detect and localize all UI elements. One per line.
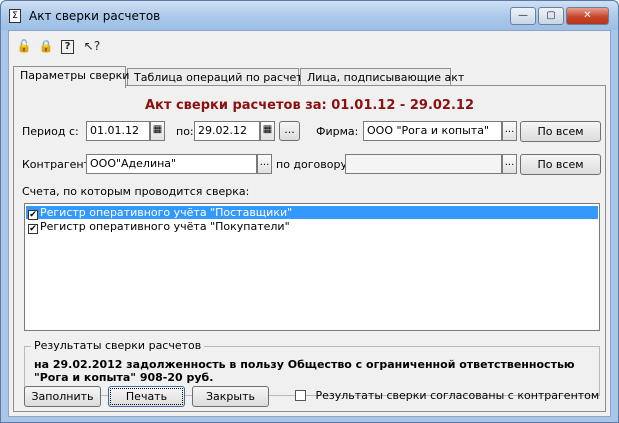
- app-sigma-icon: Σ: [9, 9, 21, 23]
- contract-all-button[interactable]: По всем: [520, 154, 601, 175]
- firm-label: Фирма:: [316, 125, 359, 138]
- minimize-button[interactable]: —: [510, 7, 536, 25]
- close-button[interactable]: Закрыть: [192, 386, 269, 407]
- period-from-field[interactable]: 01.01.12: [86, 121, 150, 141]
- agreed-row[interactable]: Результаты сверки согласованы с контраге…: [295, 389, 599, 402]
- fill-button[interactable]: Заполнить: [24, 386, 101, 407]
- lock-open-icon[interactable]: 🔓: [15, 38, 33, 55]
- results-text: на 29.02.2012 задолженность в пользу Общ…: [34, 358, 575, 384]
- period-to-label: по:: [176, 125, 194, 138]
- agreed-checkbox[interactable]: [295, 390, 306, 401]
- list-item[interactable]: ✔ Регистр оперативного учёта "Покупатели": [26, 220, 598, 234]
- firm-all-button[interactable]: По всем: [520, 121, 601, 142]
- toolbar: 🔓 🔒 ? ↖?: [9, 31, 610, 61]
- results-title: Результаты сверки расчетов: [31, 339, 205, 352]
- calendar-to-icon[interactable]: ▦: [260, 121, 275, 141]
- counterparty-select-button[interactable]: ...: [257, 154, 272, 174]
- window-title: Акт сверки расчетов: [29, 9, 161, 23]
- print-button[interactable]: Печать: [108, 386, 185, 407]
- accounts-label: Счета, по которым проводится сверка:: [22, 185, 250, 198]
- firm-select-button[interactable]: ...: [502, 121, 517, 141]
- tab-operations-table[interactable]: Таблица операций по расчетам: [127, 68, 318, 86]
- list-item-label: Регистр оперативного учёта "Поставщики": [40, 206, 293, 219]
- contract-label: по договору:: [276, 158, 351, 171]
- period-to-field[interactable]: 29.02.12: [194, 121, 260, 141]
- period-select-button[interactable]: ...: [279, 121, 300, 141]
- list-item-label: Регистр оперативного учёта "Покупатели": [40, 220, 290, 233]
- counterparty-field[interactable]: ООО"Аделина": [86, 154, 257, 174]
- whats-this-icon[interactable]: ↖?: [83, 38, 101, 55]
- list-item[interactable]: ✔ Регистр оперативного учёта "Поставщики": [26, 206, 598, 220]
- act-heading: Акт сверки расчетов за: 01.01.12 - 29.02…: [145, 98, 474, 113]
- tab-parameters[interactable]: Параметры сверки: [13, 66, 129, 88]
- lock-closed-icon[interactable]: 🔒: [37, 38, 55, 55]
- firm-field[interactable]: ООО "Рога и копыта": [363, 121, 502, 141]
- contract-select-button[interactable]: ...: [502, 154, 517, 174]
- tab-signatories[interactable]: Лица, подписывающие акт: [300, 68, 464, 86]
- counterparty-label: Контрагент:: [22, 158, 94, 171]
- title-bar[interactable]: Σ Акт сверки расчетов — ▢ ✕: [1, 1, 618, 30]
- calendar-from-icon[interactable]: ▦: [150, 121, 165, 141]
- period-from-label: Период с:: [22, 125, 79, 138]
- contract-field[interactable]: [345, 154, 502, 174]
- checkbox-checked-icon[interactable]: ✔: [28, 210, 38, 220]
- agreed-label: Результаты сверки согласованы с контраге…: [315, 389, 600, 402]
- client-area: 🔓 🔒 ? ↖? Параметры сверки Таблица операц…: [8, 30, 611, 417]
- parameters-panel: Акт сверки расчетов за: 01.01.12 - 29.02…: [13, 85, 606, 412]
- checkbox-checked-icon[interactable]: ✔: [28, 224, 38, 234]
- maximize-button[interactable]: ▢: [538, 7, 564, 25]
- accounts-list[interactable]: ✔ Регистр оперативного учёта "Поставщики"…: [24, 203, 600, 331]
- help-icon[interactable]: ?: [61, 40, 74, 54]
- dialog-window: Σ Акт сверки расчетов — ▢ ✕ 🔓 🔒 ? ↖? Пар…: [0, 0, 619, 423]
- close-window-button[interactable]: ✕: [566, 7, 609, 25]
